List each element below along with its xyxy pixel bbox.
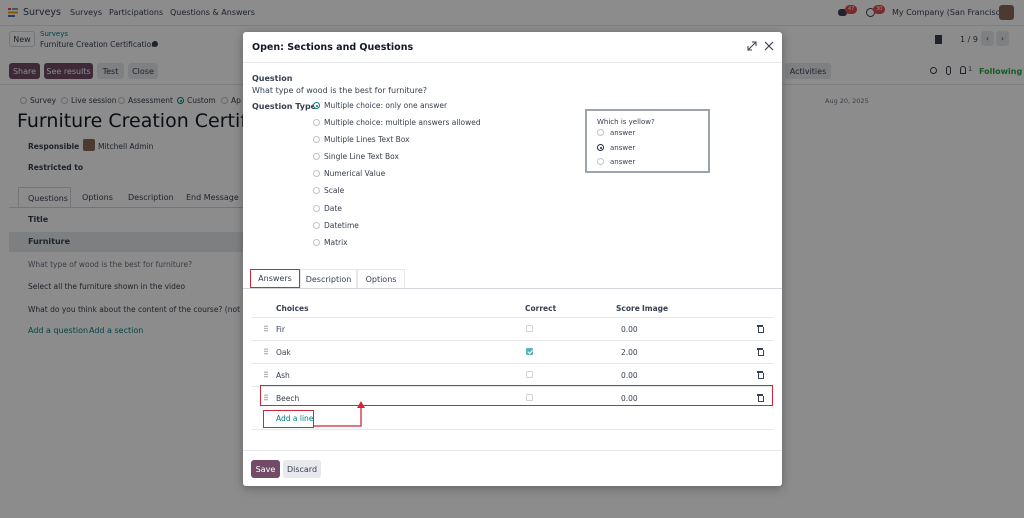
type-label-matrix: Matrix [324, 238, 348, 247]
answer-row[interactable]: Ash 0.00 [252, 364, 773, 386]
dialog-title: Open: Sections and Questions [252, 42, 414, 53]
preview-title: Which is yellow? [597, 118, 655, 126]
answer-score[interactable]: 0.00 [621, 325, 638, 334]
column-correct: Correct [525, 304, 557, 313]
type-radio-single-line[interactable] [313, 153, 320, 160]
answer-row[interactable]: Oak 2.00 [252, 341, 773, 363]
question-preview: Which is yellow? answer answer answer [585, 109, 710, 173]
type-label-scale: Scale [324, 186, 345, 195]
answer-choice[interactable]: Ash [276, 371, 290, 380]
drag-handle-icon[interactable] [264, 348, 268, 355]
close-icon[interactable] [764, 41, 774, 51]
answer-score[interactable]: 2.00 [621, 348, 638, 357]
type-radio-datetime[interactable] [313, 222, 320, 229]
type-label-numerical: Numerical Value [324, 169, 386, 178]
question-label: Question [252, 74, 293, 83]
column-score: Score [616, 304, 640, 313]
question-type-label: Question Type [252, 102, 317, 111]
type-radio-matrix[interactable] [313, 239, 320, 246]
add-line-link[interactable]: Add a line [276, 414, 313, 423]
answer-correct-checkbox[interactable] [526, 371, 533, 378]
expand-icon[interactable] [747, 41, 757, 51]
answer-correct-checkbox[interactable] [526, 325, 533, 332]
type-radio-date[interactable] [313, 205, 320, 212]
preview-option-2: answer [610, 144, 636, 152]
preview-option-1-radio [597, 129, 604, 136]
tab-answers[interactable]: Answers [250, 269, 300, 288]
answer-correct-checkbox[interactable] [526, 348, 533, 355]
question-text-field[interactable]: What type of wood is the best for furnit… [252, 86, 427, 95]
type-radio-multiple-lines[interactable] [313, 136, 320, 143]
delete-trash-icon[interactable] [757, 348, 764, 356]
answer-row[interactable]: Fir 0.00 [252, 318, 773, 340]
tab-options[interactable]: Options [357, 269, 405, 288]
preview-option-3-radio [597, 158, 604, 165]
discard-button[interactable]: Discard [283, 460, 321, 478]
type-radio-numerical[interactable] [313, 170, 320, 177]
annotation-arrow [314, 401, 365, 427]
column-image: Image [642, 304, 669, 313]
type-label-datetime: Datetime [324, 221, 359, 230]
type-radio-scale[interactable] [313, 187, 320, 194]
type-radio-single-choice[interactable] [313, 102, 320, 109]
preview-option-2-radio [597, 144, 604, 151]
answer-choice[interactable]: Fir [276, 325, 285, 334]
delete-trash-icon[interactable] [757, 371, 764, 379]
preview-option-1: answer [610, 129, 636, 137]
sections-questions-dialog: Open: Sections and Questions Question Wh… [243, 32, 782, 486]
answer-score[interactable]: 0.00 [621, 371, 638, 380]
tab-answers-label: Answers [258, 274, 292, 283]
type-label-single-choice: Multiple choice: only one answer [324, 101, 448, 110]
drag-handle-icon[interactable] [264, 371, 268, 378]
tab-description-label: Description [305, 274, 352, 284]
answer-choice[interactable]: Oak [276, 348, 291, 357]
save-button[interactable]: Save [251, 460, 280, 478]
type-radio-multiple-choice[interactable] [313, 119, 320, 126]
delete-trash-icon[interactable] [757, 325, 764, 333]
type-label-date: Date [324, 204, 342, 213]
type-label-multiple-choice: Multiple choice: multiple answers allowe… [324, 118, 481, 127]
tab-options-label: Options [365, 274, 397, 284]
tab-description[interactable]: Description [300, 269, 357, 288]
type-label-multiple-lines: Multiple Lines Text Box [324, 135, 410, 144]
dialog-header: Open: Sections and Questions [243, 32, 782, 63]
drag-handle-icon[interactable] [264, 325, 268, 332]
preview-option-3: answer [610, 158, 636, 166]
column-choices: Choices [276, 304, 309, 313]
type-label-single-line: Single Line Text Box [324, 152, 399, 161]
